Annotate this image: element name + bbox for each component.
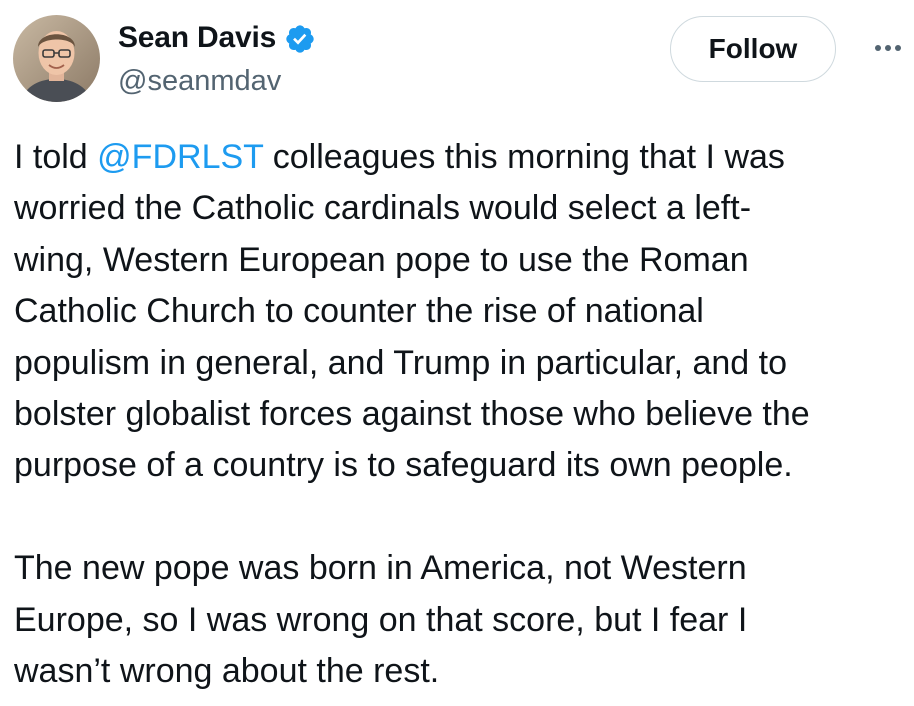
tweet-line: wasn’t wrong about the rest. [14, 652, 440, 691]
more-options-button[interactable] [868, 28, 908, 68]
tweet-line-suffix: colleagues this morning that I was [263, 138, 785, 176]
tweet: Sean Davis @seanmdav Follow I told @FDRL… [0, 0, 914, 706]
tweet-line: wing, Western European pope to use the R… [14, 240, 749, 279]
avatar-image [13, 15, 100, 102]
tweet-line: The new pope was born in America, not We… [14, 549, 747, 588]
tweet-line: Catholic Church to counter the rise of n… [14, 292, 704, 331]
mention-link[interactable]: @FDRLST [97, 138, 263, 176]
verified-badge-icon[interactable] [284, 23, 316, 55]
name-row: Sean Davis [118, 18, 316, 58]
tweet-line: purpose of a country is to safeguard its… [14, 446, 793, 485]
paragraph-break [14, 492, 910, 543]
tweet-text: I told @FDRLST colleagues this morning t… [14, 132, 910, 697]
display-name[interactable]: Sean Davis [118, 18, 276, 58]
tweet-line: bolster globalist forces against those w… [14, 395, 810, 434]
tweet-line: worried the Catholic cardinals would sel… [14, 189, 752, 228]
tweet-line: I told @FDRLST colleagues this morning t… [14, 132, 910, 183]
tweet-line: populism in general, and Trump in partic… [14, 343, 788, 382]
avatar[interactable] [13, 15, 100, 102]
follow-button[interactable]: Follow [670, 16, 836, 82]
tweet-line-prefix: I told [14, 138, 98, 176]
tweet-line: Europe, so I was wrong on that score, bu… [14, 600, 748, 639]
more-horizontal-icon [875, 45, 901, 51]
user-handle[interactable]: @seanmdav [118, 62, 281, 100]
